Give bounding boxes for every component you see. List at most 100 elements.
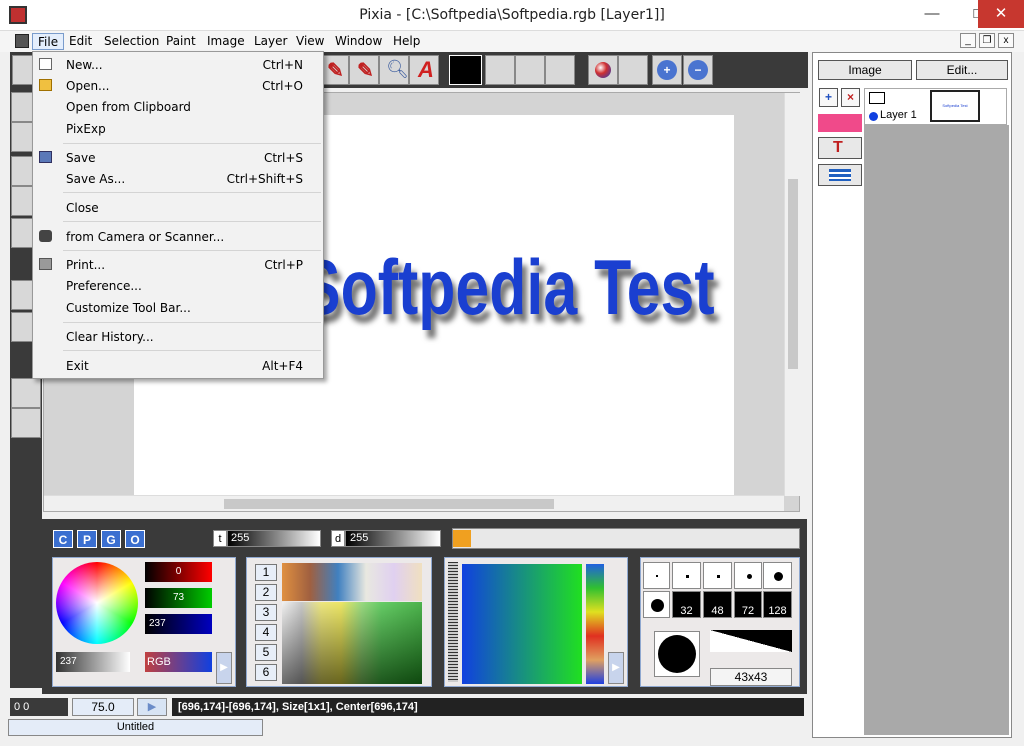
brush-size-32[interactable]: 32 bbox=[672, 591, 701, 618]
brush-size-128[interactable]: 128 bbox=[763, 591, 792, 618]
gradient-arrow-icon[interactable]: ▶ bbox=[608, 652, 624, 684]
green-slider[interactable]: 73 bbox=[145, 588, 212, 608]
menu-separator bbox=[63, 350, 321, 351]
horizontal-scrollbar[interactable] bbox=[44, 495, 784, 511]
mdi-restore-button[interactable]: ❐ bbox=[979, 33, 995, 48]
brush-dot-icon bbox=[656, 575, 658, 577]
mdi-minimize-button[interactable]: _ bbox=[960, 33, 976, 48]
palette-tab-4[interactable]: 4 bbox=[255, 624, 277, 641]
brush-5[interactable] bbox=[763, 562, 792, 589]
fill-tool-button[interactable] bbox=[11, 378, 41, 408]
menu-item-save-as[interactable]: Save As... Ctrl+Shift+S bbox=[33, 168, 323, 189]
texture-palette[interactable] bbox=[282, 563, 422, 601]
vertical-scroll-thumb[interactable] bbox=[788, 179, 798, 369]
palette-tab-3[interactable]: 3 bbox=[255, 604, 277, 621]
menu-item-save[interactable]: Save Ctrl+S bbox=[33, 147, 323, 168]
mode-o-button[interactable]: O bbox=[125, 530, 145, 548]
delete-layer-icon[interactable]: × bbox=[841, 88, 860, 107]
document-icon[interactable] bbox=[15, 34, 29, 48]
zoom-out-button[interactable]: − bbox=[683, 55, 713, 85]
blue-slider[interactable]: 237 bbox=[145, 614, 212, 634]
menu-item-close[interactable]: Close bbox=[33, 197, 323, 218]
gradient-preview[interactable] bbox=[462, 564, 582, 684]
menu-layer[interactable]: Layer bbox=[249, 33, 292, 50]
close-button[interactable]: ✕ bbox=[978, 0, 1024, 28]
menu-selection[interactable]: Selection bbox=[99, 33, 164, 50]
menu-item-clear-history[interactable]: Clear History... bbox=[33, 326, 323, 347]
copy-tool-button[interactable] bbox=[545, 55, 575, 85]
brush-3[interactable] bbox=[703, 562, 732, 589]
menu-edit[interactable]: Edit bbox=[64, 33, 97, 50]
pressure-curve[interactable] bbox=[710, 630, 792, 652]
brush-6[interactable] bbox=[643, 591, 670, 618]
mode-p-button[interactable]: P bbox=[77, 530, 97, 548]
eraser-tool-button[interactable]: ✎ bbox=[349, 55, 379, 85]
menu-image[interactable]: Image bbox=[202, 33, 250, 50]
canvas-text: Softpedia Test bbox=[300, 243, 715, 331]
menu-paint[interactable]: Paint bbox=[161, 33, 201, 50]
layer-color-swatch[interactable] bbox=[818, 114, 862, 132]
menu-item-camera-scanner[interactable]: from Camera or Scanner... bbox=[33, 226, 323, 247]
document-tab[interactable]: Untitled bbox=[8, 719, 263, 736]
tab-image[interactable]: Image bbox=[818, 60, 912, 80]
gray-slider[interactable]: 237 bbox=[56, 652, 130, 672]
vertical-scrollbar[interactable] bbox=[784, 93, 800, 496]
menu-item-open[interactable]: Open... Ctrl+O bbox=[33, 75, 323, 96]
zoom-in-button[interactable]: + bbox=[652, 55, 682, 85]
palette-tab-5[interactable]: 5 bbox=[255, 644, 277, 661]
menu-item-new[interactable]: New... Ctrl+N bbox=[33, 54, 323, 75]
save-icon bbox=[39, 151, 52, 163]
menu-file[interactable]: File bbox=[32, 33, 65, 50]
mode-c-button[interactable]: C bbox=[53, 530, 73, 548]
menu-separator bbox=[63, 250, 321, 251]
palette-tab-1[interactable]: 1 bbox=[255, 564, 277, 581]
arrow-right-icon[interactable]: ▶ bbox=[216, 652, 232, 684]
brush-size-48[interactable]: 48 bbox=[703, 591, 732, 618]
brush-4[interactable] bbox=[734, 562, 762, 589]
hand-tool-button[interactable] bbox=[515, 55, 545, 85]
palette-tab-6[interactable]: 6 bbox=[255, 664, 277, 681]
checkbox-tool-button[interactable] bbox=[618, 55, 648, 85]
horizontal-scroll-thumb[interactable] bbox=[224, 499, 554, 509]
brush-2[interactable] bbox=[672, 562, 701, 589]
brush-preview-dot-icon bbox=[658, 635, 696, 673]
add-layer-icon[interactable]: + bbox=[819, 88, 838, 107]
zoom-input[interactable]: 75.0 bbox=[72, 698, 134, 716]
layer-visibility-icon[interactable] bbox=[869, 92, 885, 104]
minimize-button[interactable]: — bbox=[909, 0, 955, 28]
menu-item-pixexp[interactable]: PixExp bbox=[33, 118, 323, 139]
menu-window[interactable]: Window bbox=[330, 33, 387, 50]
magnify-tool-button[interactable]: 🔍︎ bbox=[379, 55, 409, 85]
red-slider[interactable]: 0 bbox=[145, 562, 212, 582]
text-layer-button[interactable]: T bbox=[818, 137, 862, 159]
color-mode-selector[interactable]: RGB bbox=[145, 652, 212, 672]
menu-item-open-clipboard[interactable]: Open from Clipboard bbox=[33, 96, 323, 117]
menu-item-customize-toolbar[interactable]: Customize Tool Bar... bbox=[33, 297, 323, 318]
transform-tool-button[interactable] bbox=[485, 55, 515, 85]
palette-tab-2[interactable]: 2 bbox=[255, 584, 277, 601]
tab-edit[interactable]: Edit... bbox=[916, 60, 1008, 80]
smudge-tool-button[interactable] bbox=[11, 408, 41, 438]
color-ball-button[interactable] bbox=[588, 55, 618, 85]
brush-mode-strip[interactable] bbox=[452, 528, 800, 549]
text-tool-button[interactable]: A bbox=[409, 55, 439, 85]
menu-item-exit[interactable]: Exit Alt+F4 bbox=[33, 355, 323, 376]
layer-name[interactable]: Layer 1 bbox=[880, 109, 917, 121]
zoom-arrow-icon[interactable]: ▶ bbox=[137, 698, 167, 716]
menu-item-preference[interactable]: Preference... bbox=[33, 275, 323, 296]
zoom-out-icon: − bbox=[688, 60, 708, 80]
align-layer-button[interactable] bbox=[818, 164, 862, 186]
brush-dot-icon bbox=[651, 599, 664, 612]
brush-size-72[interactable]: 72 bbox=[734, 591, 762, 618]
coordinate-readout: 0 0 bbox=[10, 698, 68, 716]
gradient-bar[interactable] bbox=[586, 564, 604, 684]
gradient-ruler[interactable] bbox=[448, 562, 458, 682]
color-swatch[interactable] bbox=[449, 55, 482, 85]
mdi-close-button[interactable]: x bbox=[998, 33, 1014, 48]
mode-g-button[interactable]: G bbox=[101, 530, 121, 548]
brush-1[interactable] bbox=[643, 562, 670, 589]
dropdown-icon[interactable] bbox=[453, 530, 471, 547]
menu-view[interactable]: View bbox=[291, 33, 329, 50]
menu-help[interactable]: Help bbox=[388, 33, 425, 50]
menu-item-print[interactable]: Print... Ctrl+P bbox=[33, 254, 323, 275]
